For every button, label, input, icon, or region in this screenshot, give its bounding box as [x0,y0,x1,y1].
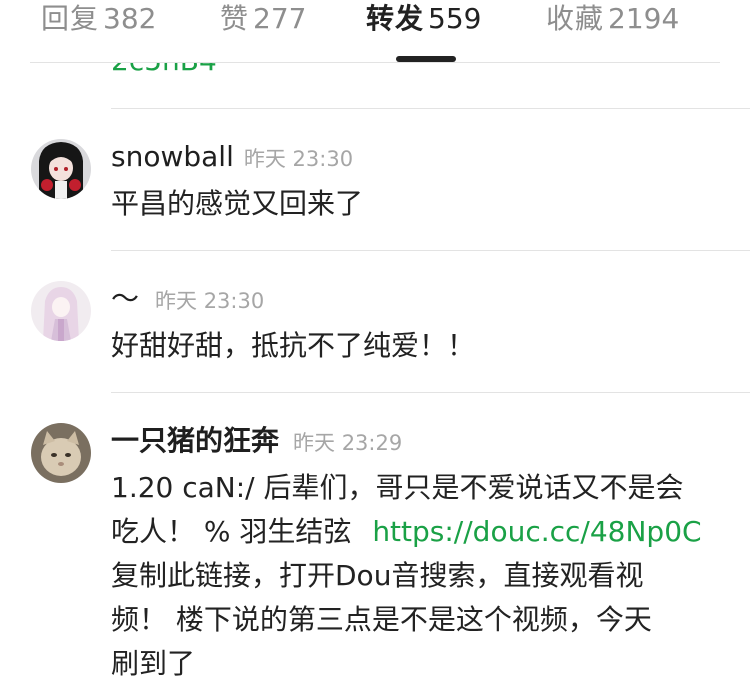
tab-replies[interactable]: 回复 382 [41,0,156,62]
comment-item[interactable]: ～ 昨天 23:30 好甜好甜，抵抗不了纯爱！！ [0,250,750,392]
tab-likes[interactable]: 赞 277 [220,0,306,62]
avatar[interactable] [31,139,91,199]
tab-favorites-label: 收藏 [546,2,605,35]
tab-reposts-count: 559 [428,2,482,35]
tab-favorites-count: 2194 [608,2,680,35]
comment-text-line: 吃人！ % 羽生结弦 https://douc.cc/48Np0C [111,510,731,554]
timestamp: 昨天 23:30 [155,289,265,313]
comment-text: 好甜好甜，抵抗不了纯爱！！ [111,329,476,362]
tab-reposts[interactable]: 转发 559 [366,0,481,62]
timestamp: 昨天 23:30 [243,147,354,171]
comment-text-segment: 吃人！ % 羽生结弦 [111,515,361,548]
comment-text-line: 频！ 楼下说的第三点是不是这个视频，今天 [111,603,652,636]
timestamp: 昨天 23:29 [293,431,403,455]
tab-bar-divider [30,62,720,63]
tab-likes-count: 277 [253,2,307,35]
repost-list-screen: 回复382 赞277 转发559 收藏2194 2c5nB4 [0,0,750,694]
username[interactable]: ～ [111,282,139,315]
comment-meta: snowball 昨天 23:30 [111,140,353,178]
tab-bar: 回复 382 赞 277 转发 559 收藏 2194 [0,0,750,62]
comment-item[interactable]: 一只猪的狂奔 昨天 23:29 1.20 caN:/ 后辈们，哥只是不爱说话又不是… [0,392,750,694]
avatar[interactable] [31,423,91,483]
tab-likes-label: 赞 [220,2,250,35]
tab-replies-label: 回复 [41,2,100,35]
comment-text-line: 1.20 caN:/ 后辈们，哥只是不爱说话又不是会 [111,471,684,504]
douyin-link[interactable]: https://douc.cc/48Np0C [372,515,701,548]
tab-favorites[interactable]: 收藏 2194 [546,0,679,62]
avatar[interactable] [31,281,91,341]
username[interactable]: 一只猪的狂奔 [111,424,279,457]
comment-meta: 一只猪的狂奔 昨天 23:29 [111,424,402,462]
comment-meta: ～ 昨天 23:30 [111,282,264,320]
comment-text-line: 复制此链接，打开Dou音搜索，直接观看视 [111,559,644,592]
comment-text: 平昌的感觉又回来了 [111,187,364,220]
username[interactable]: snowball [111,140,234,173]
comment-item[interactable]: snowball 昨天 23:30 平昌的感觉又回来了 [0,108,750,250]
tab-reposts-label: 转发 [366,2,425,35]
tab-replies-count: 382 [103,2,157,35]
comment-text: 1.20 caN:/ 后辈们，哥只是不爱说话又不是会 吃人！ % 羽生结弦 ht… [111,466,731,686]
comment-text-line: 刷到了 [111,647,196,680]
